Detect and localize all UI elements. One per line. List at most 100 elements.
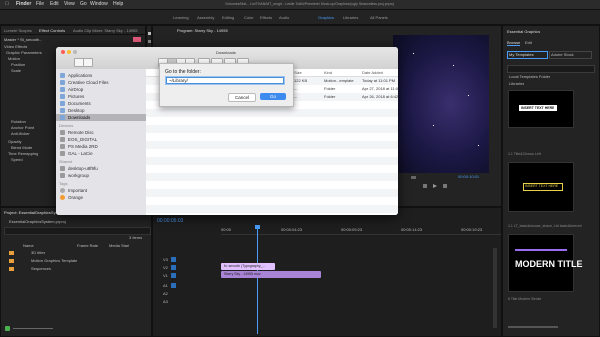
eg-check-local[interactable]: Local Templates Folder (509, 74, 550, 79)
col-kind[interactable]: Kind (324, 70, 332, 75)
menu-view[interactable]: View (64, 1, 75, 8)
sidebar-item-gal-lacie[interactable]: GAL - LaCie (56, 150, 146, 157)
sidebar-item-important[interactable]: Important (56, 187, 146, 194)
sidebar-item-desktop-u8f9fu[interactable]: desktop-u8f9fu (56, 165, 146, 172)
menu-edit[interactable]: Edit (50, 1, 59, 8)
timeline-ruler[interactable]: 00:00 00:00:04:23 00:00:09:23 00:00:14:2… (221, 226, 501, 235)
sidebar-item-downloads[interactable]: Downloads (56, 114, 146, 121)
selection-tool-icon[interactable] (148, 32, 151, 35)
tab-editing[interactable]: Editing (222, 15, 234, 20)
track-v3[interactable]: V3 (163, 257, 168, 262)
tab-effect-controls[interactable]: Effect Controls (39, 28, 65, 33)
forward-button[interactable] (83, 58, 93, 67)
zoom-window-button[interactable] (73, 50, 77, 54)
track-v2[interactable]: V2 (163, 265, 168, 270)
eg-adobe-stock-tab[interactable]: Adobe Stock (549, 51, 592, 59)
ec-row-anchor[interactable]: Anchor Point (11, 125, 34, 130)
sidebar-item-orange[interactable]: Orange (56, 194, 146, 201)
pen-tool-icon[interactable] (148, 40, 151, 43)
menu-file[interactable]: File (36, 1, 44, 8)
ec-row-position[interactable]: Position (11, 62, 25, 67)
tab-assembly[interactable]: Assembly (197, 15, 214, 20)
tab-all-panels[interactable]: All Panels (370, 15, 388, 20)
ec-row-scale[interactable]: Scale (11, 68, 21, 73)
clip-fx-typography[interactable]: fx: smooth (Typography_... (221, 263, 275, 270)
sidebar-item-workgroup[interactable]: workgroup (56, 172, 146, 179)
close-window-button[interactable] (61, 50, 65, 54)
step-back-icon[interactable] (423, 184, 427, 188)
apple-icon[interactable]:  (5, 1, 9, 8)
col-date-added[interactable]: Date Added (362, 70, 383, 75)
tab-lumetri-scopes[interactable]: Lumetri Scopes (4, 28, 32, 33)
sidebar-item-pictures[interactable]: Pictures (56, 93, 146, 100)
cancel-button[interactable]: Cancel (228, 93, 256, 102)
menu-help[interactable]: Help (113, 1, 123, 8)
ec-row-time-remap[interactable]: Time Remapping (8, 151, 38, 156)
step-forward-icon[interactable] (443, 184, 447, 188)
playhead-handle[interactable] (255, 225, 260, 229)
ec-row-antiflicker[interactable]: Anti-flicker (11, 131, 30, 136)
sidebar-item-eos-digital[interactable]: EOS_DIGITAL (56, 136, 146, 143)
sidebar-item-remote-disc[interactable]: Remote Disc (56, 129, 146, 136)
ec-row-rotation[interactable]: Rotation (11, 119, 26, 124)
eg-tab-browse[interactable]: Browse (507, 40, 521, 46)
program-video-frame[interactable] (393, 35, 489, 173)
track-target-icon[interactable] (171, 283, 176, 288)
ec-row-graphic-params[interactable]: Graphic Parameters (6, 50, 42, 55)
eg-zoom-slider[interactable] (508, 326, 558, 328)
list-view-icon[interactable] (5, 326, 10, 331)
tab-effects[interactable]: Effects (260, 15, 272, 20)
template-thumb-3[interactable]: MODERN TITLE (508, 234, 583, 292)
track-a3[interactable]: A3 (163, 299, 168, 304)
project-col-framerate[interactable]: Frame Rate (77, 243, 98, 248)
eg-my-templates-tab[interactable]: My Templates (507, 51, 548, 59)
clip-starry-sky[interactable]: Starry Sky - 14955.mov (221, 271, 321, 278)
eg-check-libraries[interactable]: Libraries (509, 81, 524, 86)
menu-finder[interactable]: Finder (16, 1, 31, 8)
tab-color[interactable]: Color (244, 15, 254, 20)
timeline-timecode[interactable]: 00:00:05:03 (157, 218, 183, 224)
sidebar-item-documents[interactable]: Documents (56, 100, 146, 107)
menu-window[interactable]: Window (90, 1, 108, 8)
template-thumb-1[interactable]: INSERT TEXT HERE (508, 90, 574, 128)
ec-row-master[interactable]: Master * St_smooth... (4, 37, 42, 42)
project-col-mediastart[interactable]: Media Start (109, 243, 129, 248)
menu-go[interactable]: Go (80, 1, 87, 8)
project-search-input[interactable] (4, 227, 151, 235)
track-target-icon[interactable] (171, 273, 176, 278)
playhead[interactable] (257, 226, 258, 334)
sidebar-item-applications[interactable]: Applications (56, 72, 146, 79)
project-col-name[interactable]: Name (23, 243, 34, 248)
track-a1[interactable]: A1 (163, 283, 168, 288)
ec-row-opacity[interactable]: Opacity (8, 139, 22, 144)
tab-audio-clip-mixer[interactable]: Audio Clip Mixer: Starry Sky - 14955 (73, 28, 137, 33)
sidebar-item-airdrop[interactable]: AirDrop (56, 86, 146, 93)
template-thumb-2[interactable]: INSERT TEXT HERE (508, 162, 574, 212)
sidebar-item-ps-media-2rd[interactable]: PS Media 2RD (56, 143, 146, 150)
sidebar-item-desktop[interactable]: Desktop (56, 107, 146, 114)
ec-row-motion[interactable]: Motion (8, 56, 20, 61)
track-target-icon[interactable] (171, 265, 176, 270)
project-item-3[interactable]: Sequences (31, 266, 51, 271)
col-size[interactable]: Size (294, 70, 302, 75)
project-item-1[interactable]: 3D titles (31, 250, 45, 255)
track-a2[interactable]: A2 (163, 291, 168, 296)
go-button[interactable]: Go (260, 93, 286, 100)
track-v1[interactable]: V1 (163, 273, 168, 278)
eg-search-input[interactable] (507, 65, 595, 73)
sidebar-item-creative-cloud-files[interactable]: Creative Cloud Files (56, 79, 146, 86)
ec-row-blend[interactable]: Blend Mode (11, 145, 32, 150)
project-item-2[interactable]: Motion Graphics Template (31, 258, 77, 263)
play-icon[interactable] (433, 184, 437, 188)
tab-graphics[interactable]: Graphics (318, 15, 334, 20)
minimize-window-button[interactable] (67, 50, 71, 54)
goto-folder-input[interactable] (166, 77, 284, 84)
timeline-scrollbar[interactable] (493, 248, 497, 328)
track-target-icon[interactable] (171, 257, 176, 262)
tab-audio[interactable]: Audio (279, 15, 289, 20)
zoom-dropdown[interactable] (411, 176, 416, 179)
ec-row-speed[interactable]: Speed (11, 157, 23, 162)
eg-tab-edit[interactable]: Edit (525, 40, 532, 45)
tab-libraries[interactable]: Libraries (343, 15, 358, 20)
tab-learning[interactable]: Learning (173, 15, 189, 20)
